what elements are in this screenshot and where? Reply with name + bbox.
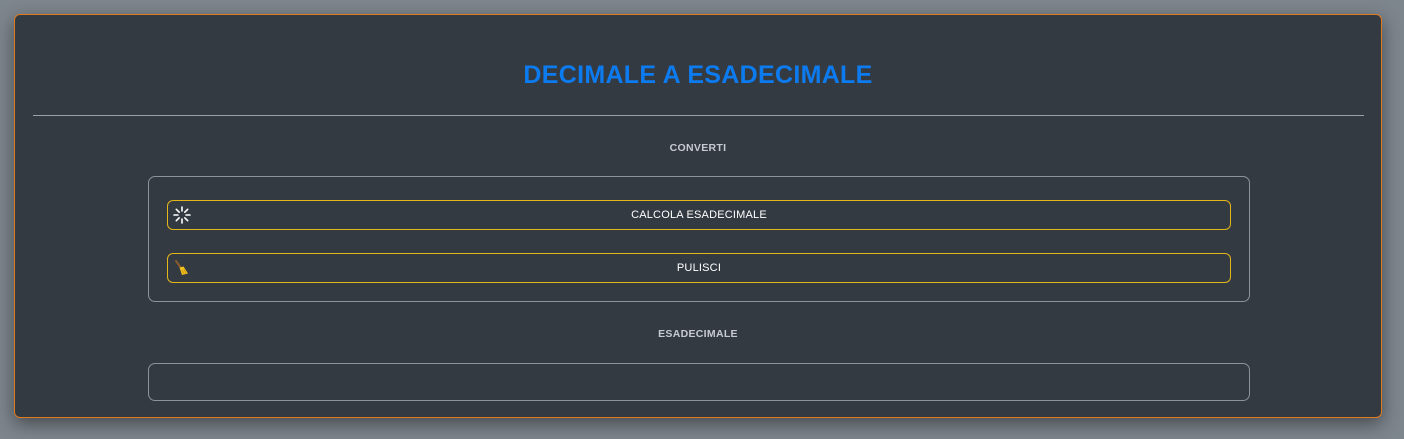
converter-card: DECIMALE A ESADECIMALE CONVERTI CALCOLA … (14, 14, 1382, 418)
hex-output-field[interactable] (148, 363, 1250, 401)
spinner-icon (173, 206, 191, 224)
page-title: DECIMALE A ESADECIMALE (523, 61, 873, 89)
clear-button-label: PULISCI (676, 262, 722, 274)
title-divider (33, 115, 1364, 116)
actions-panel: CALCOLA ESADECIMALE PULISCI (148, 176, 1250, 302)
broom-icon (175, 260, 188, 275)
hex-section-label: ESADECIMALE (658, 328, 738, 340)
convert-section-label: CONVERTI (669, 142, 727, 154)
calculate-hex-label: CALCOLA ESADECIMALE (631, 209, 767, 221)
clear-button[interactable]: PULISCI (167, 253, 1231, 283)
calculate-hex-button[interactable]: CALCOLA ESADECIMALE (167, 200, 1231, 230)
